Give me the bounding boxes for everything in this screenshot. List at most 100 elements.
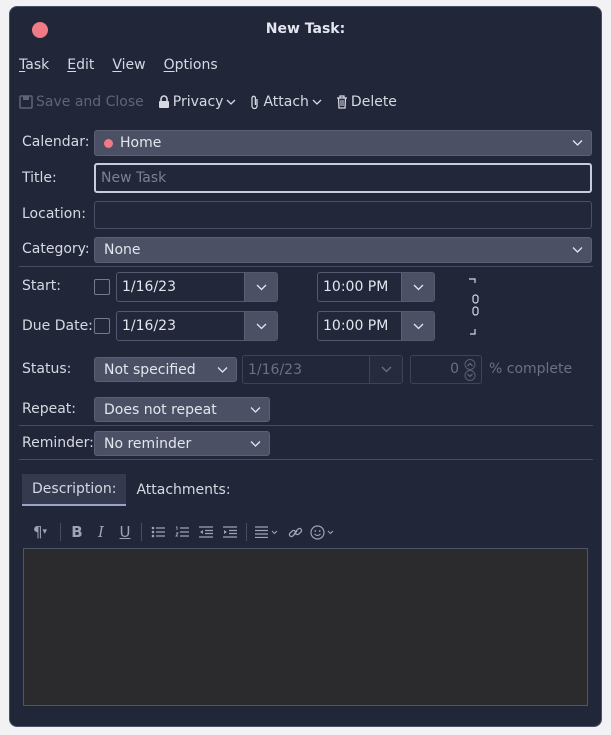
start-time-picker[interactable]: 10:00 PM <box>317 272 435 302</box>
outdent-icon[interactable] <box>196 522 216 542</box>
numbered-list-icon[interactable] <box>172 522 192 542</box>
chevron-down-icon <box>413 284 423 290</box>
chevron-down-icon <box>226 99 236 105</box>
italic-icon[interactable]: I <box>91 522 111 542</box>
start-checkbox[interactable] <box>94 279 110 295</box>
separator <box>19 266 593 267</box>
spin-arrows-icon <box>464 359 476 381</box>
calendar-label: Calendar: <box>22 134 90 150</box>
start-time-dropdown[interactable] <box>401 273 434 301</box>
menu-edit[interactable]: Edit <box>67 57 94 79</box>
tab-description[interactable]: Description: <box>22 474 127 506</box>
reminder-select[interactable]: No reminder <box>94 431 270 456</box>
start-time-value: 10:00 PM <box>323 279 389 295</box>
category-label: Category: <box>22 241 90 257</box>
bullet-list-icon[interactable] <box>148 522 168 542</box>
lock-icon <box>158 95 169 108</box>
due-time-picker[interactable]: 10:00 PM <box>317 311 435 341</box>
attach-label: Attach <box>263 94 309 110</box>
reminder-label: Reminder: <box>22 435 94 451</box>
menu-task[interactable]: Task <box>19 57 49 79</box>
delete-label: Delete <box>350 94 397 110</box>
chevron-down-icon <box>572 140 583 146</box>
paragraph-format-icon[interactable]: ¶ ▾ <box>26 522 54 542</box>
task-window: New Task: Task Edit View Options Save an… <box>9 6 602 727</box>
save-and-close-label: Save and Close <box>36 94 144 110</box>
insert-link-icon[interactable] <box>285 522 305 542</box>
status-value: Not specified <box>104 361 196 378</box>
status-label: Status: <box>22 361 72 377</box>
chevron-down-icon <box>250 406 261 413</box>
privacy-button[interactable]: Privacy <box>158 94 237 110</box>
format-toolbar: ¶ ▾ B I U <box>26 522 337 542</box>
indent-icon[interactable] <box>220 522 240 542</box>
save-icon <box>19 95 33 109</box>
percent-complete-spinner: 0 <box>410 355 482 384</box>
privacy-label: Privacy <box>172 94 224 110</box>
separator <box>141 523 142 541</box>
start-date-value: 1/16/23 <box>122 279 176 295</box>
save-and-close-button[interactable]: Save and Close <box>19 94 144 110</box>
separator <box>19 425 593 426</box>
underline-icon[interactable]: U <box>115 522 135 542</box>
attach-button[interactable]: Attach <box>250 94 322 110</box>
title-placeholder: New Task <box>101 170 167 186</box>
link-dates-icon[interactable] <box>468 277 482 339</box>
reminder-value: No reminder <box>104 435 192 452</box>
title-bar: New Task: <box>10 7 601 51</box>
paperclip-icon <box>251 95 259 109</box>
due-date-value: 1/16/23 <box>122 318 176 334</box>
chevron-down-icon <box>250 440 261 447</box>
description-editor[interactable] <box>23 548 588 706</box>
start-date-dropdown[interactable] <box>244 273 277 301</box>
calendar-color-dot <box>104 138 113 148</box>
location-input[interactable] <box>94 201 592 229</box>
due-date-picker[interactable]: 1/16/23 <box>116 311 278 341</box>
chevron-down-icon <box>256 323 266 329</box>
menu-view[interactable]: View <box>112 57 145 79</box>
due-time-dropdown[interactable] <box>401 312 434 340</box>
separator <box>19 459 593 460</box>
calendar-value: Home <box>120 135 162 151</box>
start-label: Start: <box>22 278 61 294</box>
chevron-down-icon <box>572 247 583 253</box>
separator <box>246 523 247 541</box>
repeat-value: Does not repeat <box>104 401 217 418</box>
delete-button[interactable]: Delete <box>336 94 397 110</box>
status-date-picker: 1/16/23 <box>242 355 403 384</box>
trash-icon <box>336 95 347 109</box>
status-date-dropdown <box>369 356 402 383</box>
due-time-value: 10:00 PM <box>323 318 389 334</box>
status-date-value: 1/16/23 <box>248 361 302 378</box>
menu-bar: Task Edit View Options <box>19 57 218 79</box>
tab-attachments[interactable]: Attachments: <box>126 474 240 506</box>
calendar-select[interactable]: Home <box>94 130 592 156</box>
due-date-dropdown[interactable] <box>244 312 277 340</box>
description-tabs: Description: Attachments: <box>22 474 241 506</box>
percent-value: 0 <box>450 361 459 377</box>
category-select[interactable]: None <box>94 237 592 263</box>
chevron-down-icon <box>413 323 423 329</box>
separator <box>60 523 61 541</box>
chevron-down-icon <box>256 284 266 290</box>
chevron-down-icon <box>381 366 391 373</box>
due-date-checkbox[interactable] <box>94 318 110 334</box>
emoji-icon[interactable] <box>309 522 337 542</box>
start-date-picker[interactable]: 1/16/23 <box>116 272 278 302</box>
bold-icon[interactable]: B <box>67 522 87 542</box>
category-value: None <box>104 242 141 258</box>
window-title: New Task: <box>265 21 346 37</box>
percent-complete-label: % complete <box>489 361 573 377</box>
menu-options[interactable]: Options <box>164 57 218 79</box>
align-icon[interactable] <box>253 522 281 542</box>
chevron-down-icon <box>217 366 228 373</box>
status-select[interactable]: Not specified <box>94 357 237 382</box>
due-date-label: Due Date: <box>22 318 93 334</box>
title-label: Title: <box>22 170 57 186</box>
title-input[interactable]: New Task <box>94 163 592 193</box>
toolbar: Save and Close Privacy Attach Delete <box>19 91 411 113</box>
repeat-select[interactable]: Does not repeat <box>94 397 270 422</box>
chevron-down-icon <box>312 99 322 105</box>
location-label: Location: <box>22 206 86 222</box>
repeat-label: Repeat: <box>22 401 76 417</box>
